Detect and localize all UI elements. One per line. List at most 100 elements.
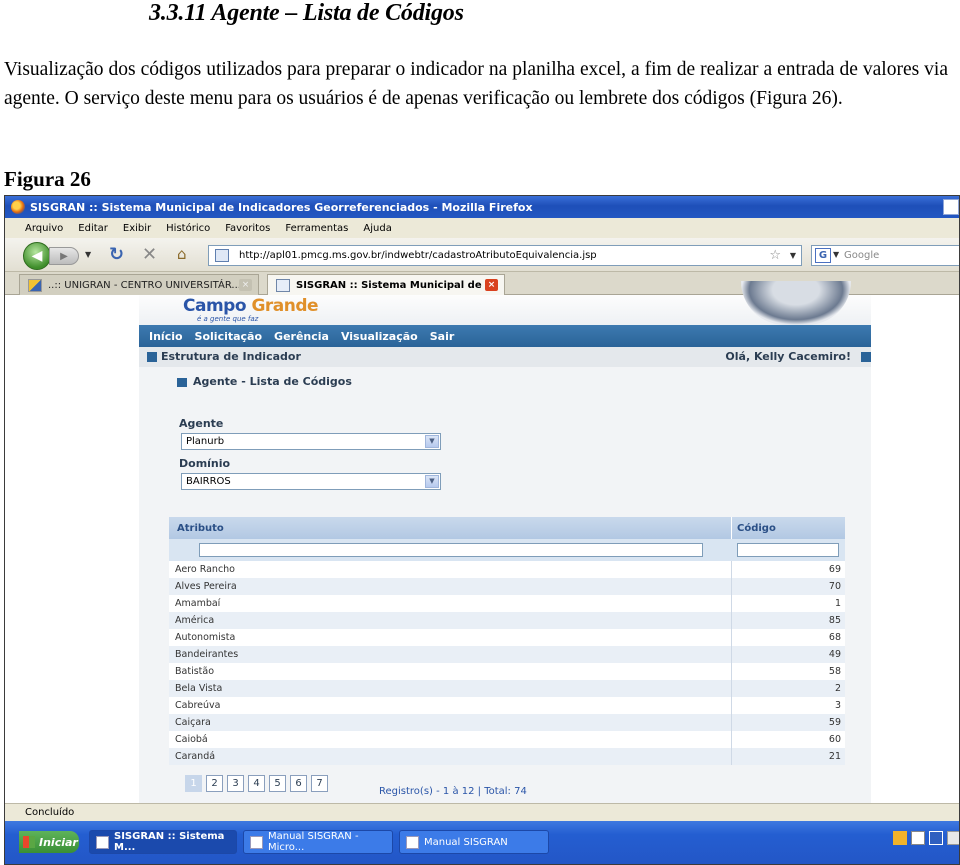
column-divider [731, 731, 732, 748]
nav-gerencia[interactable]: Gerência [274, 330, 329, 343]
tab-label: ..:: UNIGRAN - CENTRO UNIVERSITÁR... [48, 279, 241, 291]
agente-select[interactable]: Planurb ▼ [181, 433, 441, 450]
stop-icon[interactable]: ✕ [142, 244, 157, 265]
window-control-icon[interactable] [943, 199, 959, 215]
table-row: Aero Rancho 69 [169, 561, 845, 578]
menu-editar[interactable]: Editar [78, 223, 108, 234]
start-button[interactable]: Iniciar [19, 831, 79, 853]
tray-app-icon[interactable] [893, 831, 907, 845]
atributo-cell: Cabreúva [175, 700, 221, 711]
codigo-filter-input[interactable] [737, 543, 839, 557]
atributo-cell: Aero Rancho [175, 564, 235, 575]
table-row: América 85 [169, 612, 845, 629]
breadcrumb: Estrutura de Indicador [161, 350, 301, 363]
table-body: Aero Rancho 69 Alves Pereira 70 Amambaí 1 Amér… [169, 561, 845, 765]
breadcrumb-bar: Estrutura de Indicador Olá, Kelly Cacemi… [139, 347, 871, 367]
word-document-icon [250, 835, 263, 849]
nav-inicio[interactable]: Início [149, 330, 183, 343]
municipal-seal-icon [741, 281, 851, 325]
atributo-cell: Bandeirantes [175, 649, 239, 660]
back-arrow-icon[interactable]: ◀ [23, 242, 51, 270]
menu-historico[interactable]: Histórico [166, 223, 210, 234]
navigation-toolbar: ◀ ▶ ▼ ↻ ✕ ⌂ http://apl01.pmcg.ms.gov.br/… [5, 238, 959, 272]
atributo-filter-input[interactable] [199, 543, 703, 557]
taskbar-item-firefox[interactable]: SISGRAN :: Sistema M... [89, 830, 237, 854]
column-divider [731, 595, 732, 612]
table-row: Amambaí 1 [169, 595, 845, 612]
atributo-cell: América [175, 615, 215, 626]
tray-shield-icon[interactable] [929, 831, 943, 845]
page-button-7[interactable]: 7 [311, 775, 328, 792]
table-row: Carandá 21 [169, 748, 845, 765]
chevron-down-icon[interactable]: ▼ [425, 475, 439, 488]
page-favicon-icon [276, 278, 290, 292]
nav-visualizacao[interactable]: Visualização [341, 330, 418, 343]
tray-document-icon[interactable] [911, 831, 925, 845]
tab-unigran[interactable]: ..:: UNIGRAN - CENTRO UNIVERSITÁR... × [19, 274, 259, 295]
column-divider [731, 748, 732, 765]
menu-arquivo[interactable]: Arquivo [25, 223, 63, 234]
square-bullet-icon [147, 352, 157, 362]
close-tab-icon[interactable]: × [485, 279, 498, 291]
address-bar[interactable]: http://apl01.pmcg.ms.gov.br/indwebtr/cad… [208, 245, 802, 266]
dominio-select[interactable]: BAIRROS ▼ [181, 473, 441, 490]
menu-exibir[interactable]: Exibir [123, 223, 151, 234]
table-row: Caiçara 59 [169, 714, 845, 731]
bookmark-star-icon[interactable]: ☆ [769, 248, 781, 263]
codigo-cell: 3 [834, 700, 841, 711]
windows-taskbar: Iniciar SISGRAN :: Sistema M... Manual S… [5, 821, 959, 864]
taskbar-item-manual[interactable]: Manual SISGRAN [399, 830, 549, 854]
document-icon [406, 835, 419, 849]
firefox-icon [11, 200, 25, 214]
page-button-2[interactable]: 2 [206, 775, 223, 792]
page-button-3[interactable]: 3 [227, 775, 244, 792]
dominio-label: Domínio [179, 457, 231, 470]
column-divider [731, 697, 732, 714]
atributo-cell: Alves Pereira [175, 581, 237, 592]
tab-label: SISGRAN :: Sistema Municipal de ... [296, 279, 497, 291]
nav-sair[interactable]: Sair [430, 330, 455, 343]
firefox-icon [96, 835, 109, 849]
page-button-6[interactable]: 6 [290, 775, 307, 792]
menu-ferramentas[interactable]: Ferramentas [285, 223, 348, 234]
column-divider [731, 680, 732, 697]
tray-safely-remove-icon[interactable] [947, 831, 959, 845]
table-row: Autonomista 68 [169, 629, 845, 646]
history-dropdown-icon[interactable]: ▼ [85, 250, 91, 259]
home-icon[interactable]: ⌂ [177, 245, 187, 263]
campo-grande-logo: Campo Grande [183, 296, 319, 316]
table-row: Alves Pereira 70 [169, 578, 845, 595]
chevron-down-icon[interactable]: ▼ [425, 435, 439, 448]
table-row: Caiobá 60 [169, 731, 845, 748]
column-header-codigo[interactable]: Código [737, 523, 776, 534]
body-paragraph: Visualização dos códigos utilizados para… [4, 59, 948, 109]
url-dropdown-icon[interactable]: ▼ [790, 251, 796, 260]
atributo-cell: Batistão [175, 666, 215, 677]
page-button-4[interactable]: 4 [248, 775, 265, 792]
codigo-cell: 69 [828, 564, 841, 575]
tab-sisgran[interactable]: SISGRAN :: Sistema Municipal de ... × [267, 274, 505, 295]
page-button-5[interactable]: 5 [269, 775, 286, 792]
column-header-atributo[interactable]: Atributo [177, 523, 224, 534]
close-tab-icon[interactable]: × [239, 279, 252, 291]
column-divider [731, 612, 732, 629]
menu-favoritos[interactable]: Favoritos [225, 223, 270, 234]
table-row: Cabreúva 3 [169, 697, 845, 714]
codigo-cell: 2 [834, 683, 841, 694]
atributo-cell: Caiçara [175, 717, 211, 728]
menu-ajuda[interactable]: Ajuda [363, 223, 391, 234]
nav-solicitacao[interactable]: Solicitação [195, 330, 263, 343]
codigo-cell: 1 [834, 598, 841, 609]
pagination-info: Registro(s) - 1 à 12 | Total: 74 [379, 786, 527, 797]
codigo-cell: 59 [828, 717, 841, 728]
dominio-selected-value: BAIRROS [186, 476, 231, 487]
codigo-cell: 49 [828, 649, 841, 660]
taskbar-item-word[interactable]: Manual SISGRAN - Micro... [243, 830, 393, 854]
search-input[interactable]: G ▼ Google [811, 245, 959, 266]
search-engine-dropdown-icon[interactable]: ▼ [833, 250, 839, 259]
forward-arrow-icon[interactable]: ▶ [49, 247, 79, 265]
reload-icon[interactable]: ↻ [109, 244, 124, 265]
search-engine-icon[interactable]: G [815, 248, 831, 263]
codigo-cell: 60 [828, 734, 841, 745]
page-button-1[interactable]: 1 [185, 775, 202, 792]
